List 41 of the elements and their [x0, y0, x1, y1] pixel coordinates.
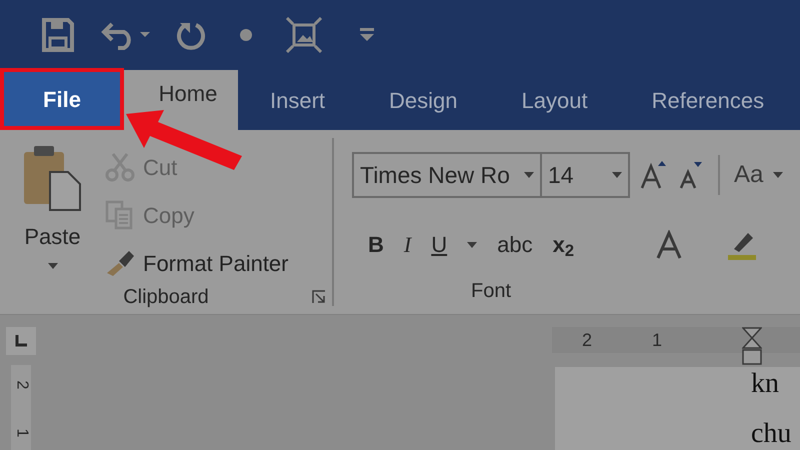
paste-icon[interactable] — [22, 144, 84, 212]
ribbon-tab[interactable]: Layout — [490, 70, 620, 130]
picture-frame-icon[interactable] — [286, 17, 322, 53]
group-label: Clipboard — [123, 285, 209, 310]
ribbon-tab[interactable]: Design — [357, 70, 490, 130]
ribbon-tab[interactable]: References — [620, 70, 796, 130]
format-button[interactable]: x$_{2}$ — [552, 228, 574, 261]
change-case-button[interactable]: Aa — [734, 157, 764, 193]
document-text: chu — [751, 417, 792, 450]
format-button[interactable]: abc — [497, 228, 533, 261]
ribbon-tab[interactable]: Insert — [238, 70, 358, 130]
indent-marker-icon[interactable] — [742, 327, 762, 365]
ruler-number: 2 — [582, 328, 592, 352]
dialog-launcher-icon[interactable] — [312, 290, 326, 304]
file-tab[interactable]: File — [0, 68, 124, 130]
shrink-font-icon[interactable] — [678, 160, 704, 190]
left-tab-icon — [15, 335, 27, 347]
ruler-number: 1 — [652, 328, 662, 352]
dot-icon[interactable] — [240, 29, 252, 41]
paste-label[interactable]: Paste — [24, 220, 81, 253]
paste-caret-icon — [48, 263, 58, 269]
document-text: kn — [751, 367, 780, 401]
undo-icon[interactable] — [100, 20, 150, 50]
customize-icon[interactable] — [360, 28, 374, 42]
caret-icon — [773, 172, 784, 178]
caret-icon — [467, 242, 478, 248]
ribbon-tab[interactable]: Home — [124, 70, 238, 130]
text-effects-icon[interactable] — [654, 230, 684, 260]
tab-stop-button[interactable] — [6, 327, 36, 355]
group-label: Font — [470, 279, 512, 304]
copy-icon — [105, 200, 135, 230]
clipboard-button[interactable]: Format Painter — [105, 244, 288, 282]
ruler-number: 2 — [12, 380, 31, 390]
format-button[interactable]: U — [431, 228, 448, 261]
format-button[interactable]: I — [404, 228, 412, 261]
save-icon[interactable] — [42, 18, 74, 52]
ruler-number: 1 — [12, 428, 31, 438]
format-button[interactable]: B — [368, 228, 384, 261]
grow-font-icon[interactable] — [640, 160, 668, 190]
paintbrush-icon — [105, 249, 135, 277]
scissors-icon — [105, 152, 135, 182]
